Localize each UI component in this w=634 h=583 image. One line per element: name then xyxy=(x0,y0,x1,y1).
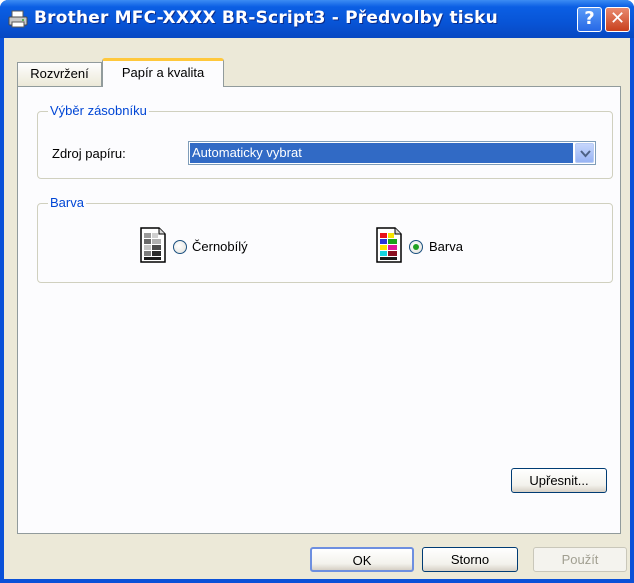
tray-selection-group: Výběr zásobníku Zdroj papíru: Automatick… xyxy=(37,103,613,179)
chevron-down-icon xyxy=(580,150,591,158)
printer-icon xyxy=(8,10,28,28)
grayscale-radio[interactable] xyxy=(173,240,187,254)
window-title: Brother MFC-XXXX BR-Script3 - Předvolby … xyxy=(34,8,498,28)
advanced-button[interactable]: Upřesnit... xyxy=(511,468,607,493)
paper-source-dropdown-button[interactable] xyxy=(575,143,594,163)
color-legend: Barva xyxy=(48,195,86,210)
grayscale-label[interactable]: Černobílý xyxy=(192,239,248,254)
apply-button[interactable]: Použít xyxy=(533,547,627,572)
ok-button[interactable]: OK xyxy=(310,547,414,572)
paper-source-label: Zdroj papíru: xyxy=(52,146,126,161)
tab-layout[interactable]: Rozvržení xyxy=(17,62,102,86)
grayscale-page-icon xyxy=(140,227,166,263)
paper-source-value: Automaticky vybrat xyxy=(190,143,573,163)
color-page-icon xyxy=(376,227,402,263)
tab-page-paper-quality: Výběr zásobníku Zdroj papíru: Automatick… xyxy=(17,86,621,534)
color-group: Barva Černobílý Barva xyxy=(37,195,613,283)
tray-selection-legend: Výběr zásobníku xyxy=(48,103,149,118)
printing-preferences-dialog: Brother MFC-XXXX BR-Script3 - Předvolby … xyxy=(0,0,634,583)
tab-paper-quality[interactable]: Papír a kvalita xyxy=(102,58,224,87)
cancel-button[interactable]: Storno xyxy=(422,547,518,572)
title-bar[interactable]: Brother MFC-XXXX BR-Script3 - Předvolby … xyxy=(0,0,634,38)
paper-source-select[interactable]: Automaticky vybrat xyxy=(188,141,596,165)
color-label[interactable]: Barva xyxy=(429,239,463,254)
color-radio[interactable] xyxy=(409,240,423,254)
help-button[interactable]: ? xyxy=(577,7,602,32)
close-button[interactable]: ✕ xyxy=(605,7,630,32)
